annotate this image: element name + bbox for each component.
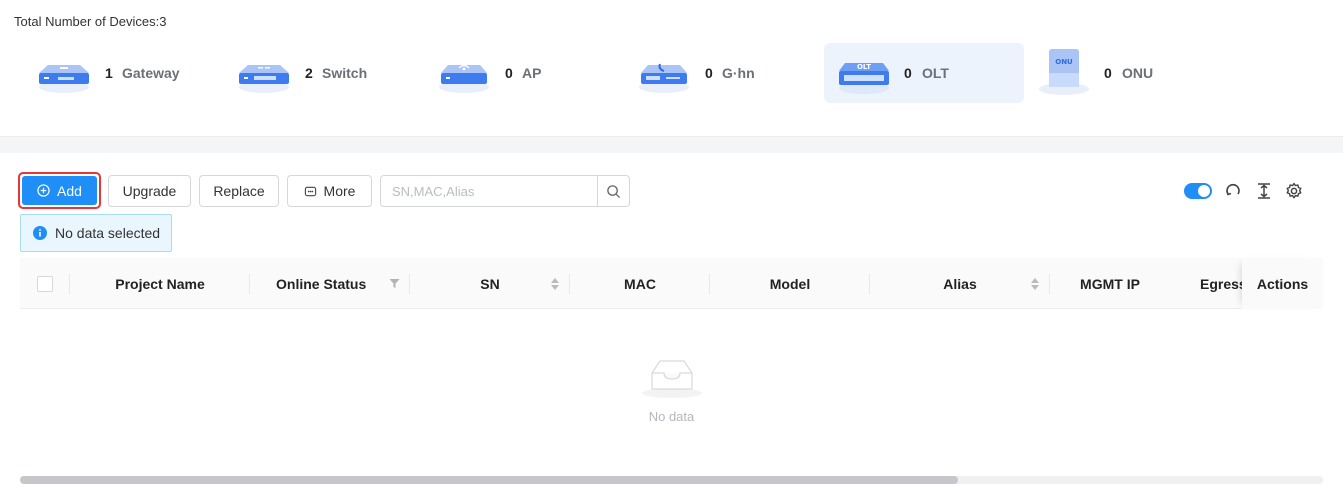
ap-icon (439, 64, 489, 93)
switch-icon (239, 65, 289, 93)
device-card-ap[interactable]: 0 AP (422, 43, 622, 103)
filter-icon[interactable] (389, 278, 400, 289)
svg-text:OLT: OLT (857, 63, 871, 71)
upgrade-button-label: Upgrade (122, 183, 177, 199)
ap-label: AP (522, 65, 542, 81)
empty-inbox-icon (642, 360, 702, 398)
column-alias[interactable]: Alias (870, 258, 1050, 309)
column-mac[interactable]: MAC (570, 258, 710, 309)
onu-count: 0 (1104, 65, 1112, 81)
device-card-ghn[interactable]: 0 G·hn (622, 43, 822, 103)
total-devices-label: Total Number of Devices:3 (14, 14, 167, 29)
section-divider (0, 136, 1343, 153)
onu-label: ONU (1122, 65, 1154, 81)
settings-gear-icon[interactable] (1285, 182, 1303, 200)
ghn-count: 0 (705, 65, 713, 81)
ghn-icon (639, 63, 689, 93)
replace-button-label: Replace (213, 183, 265, 199)
column-project-name-label: Project Name (115, 275, 205, 292)
selection-notice: No data selected (20, 214, 172, 252)
device-summary-panel: Total Number of Devices:3 1 Gateway 2 Sw… (0, 0, 1343, 136)
column-actions: Actions (1242, 258, 1323, 309)
table-empty-state: No data (20, 309, 1323, 469)
select-all-checkbox[interactable] (37, 275, 53, 292)
table-header: Project Name Online Status SN MAC Model … (20, 258, 1323, 309)
olt-label: OLT (922, 65, 949, 81)
column-height-icon[interactable] (1255, 182, 1273, 200)
view-toggle-switch[interactable] (1184, 183, 1212, 199)
column-actions-label: Actions (1256, 275, 1309, 292)
switch-count: 2 (305, 65, 313, 81)
olt-icon: OLT (839, 63, 889, 94)
column-mac-label: MAC (624, 275, 656, 292)
column-egress-label: Egress (1200, 275, 1242, 292)
more-button-label: More (323, 183, 356, 199)
more-dots-icon (304, 186, 316, 196)
select-all-cell (20, 258, 70, 309)
search-box (380, 175, 630, 207)
olt-count: 0 (904, 65, 912, 81)
svg-text:ONU: ONU (1055, 58, 1073, 66)
column-egress[interactable]: Egress (1170, 258, 1242, 309)
gateway-label: Gateway (122, 65, 180, 81)
device-card-olt[interactable]: OLT 0 OLT (824, 43, 1024, 103)
column-online-status-label: Online Status (276, 275, 367, 292)
column-mgmt-ip[interactable]: MGMT IP (1050, 258, 1170, 309)
plus-circle-icon (37, 184, 50, 197)
gateway-count: 1 (105, 65, 113, 81)
sort-icon[interactable] (550, 277, 560, 291)
add-button[interactable]: Add (18, 172, 101, 209)
column-model-label: Model (769, 275, 811, 292)
gateway-icon (39, 65, 89, 93)
sort-icon[interactable] (1030, 277, 1040, 291)
search-icon (607, 184, 621, 198)
column-model[interactable]: Model (710, 258, 870, 309)
column-project-name[interactable]: Project Name (70, 258, 250, 309)
add-button-label: Add (57, 182, 82, 199)
device-card-switch[interactable]: 2 Switch (222, 43, 422, 103)
more-button[interactable]: More (287, 175, 372, 207)
empty-state-text: No data (648, 409, 695, 424)
switch-label: Switch (322, 65, 368, 81)
search-input[interactable] (381, 176, 597, 206)
device-card-onu[interactable]: ONU 0 ONU (1024, 43, 1224, 103)
ap-count: 0 (505, 65, 513, 81)
column-online-status[interactable]: Online Status (250, 258, 410, 309)
column-alias-label: Alias (943, 275, 977, 292)
info-icon (33, 226, 47, 240)
onu-icon: ONU (1039, 49, 1089, 95)
column-mgmt-ip-label: MGMT IP (1080, 275, 1140, 292)
search-button[interactable] (597, 176, 629, 206)
horizontal-scrollbar[interactable] (20, 476, 1323, 484)
column-sn[interactable]: SN (410, 258, 570, 309)
refresh-icon[interactable] (1224, 182, 1242, 200)
device-card-gateway[interactable]: 1 Gateway (22, 43, 222, 103)
scrollbar-thumb[interactable] (20, 476, 958, 484)
upgrade-button[interactable]: Upgrade (108, 175, 191, 207)
ghn-label: G·hn (722, 65, 755, 81)
replace-button[interactable]: Replace (199, 175, 279, 207)
column-sn-label: SN (480, 275, 500, 292)
selection-notice-text: No data selected (55, 225, 161, 241)
